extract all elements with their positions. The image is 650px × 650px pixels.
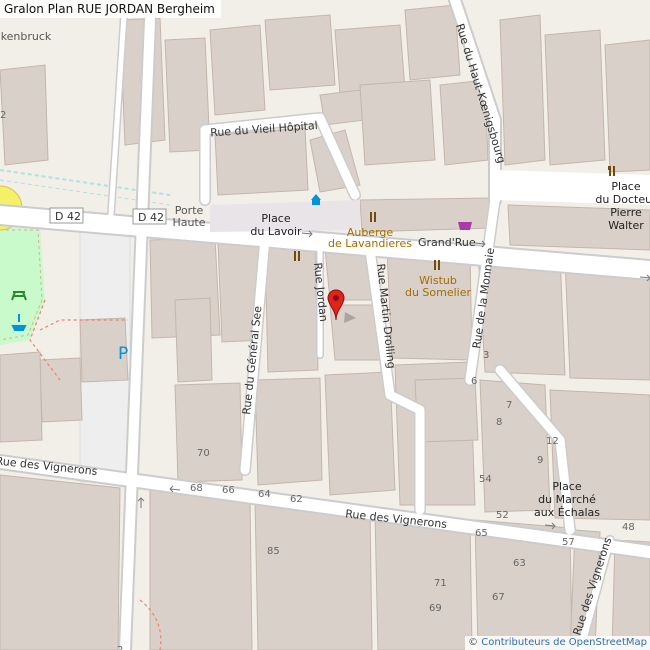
house-number: 85	[267, 546, 280, 557]
map-canvas[interactable]: Rue du Vieil Hôpital Rue du Haut-Kœnigsb…	[0, 0, 650, 650]
parking-icon: P	[118, 344, 128, 364]
house-number: 70	[197, 448, 210, 459]
place-label-porte-haute: Porte Haute	[172, 204, 205, 229]
house-number: 2	[0, 110, 6, 121]
house-number: 2	[117, 645, 123, 650]
street-label-grand-rue: Grand'Rue	[418, 236, 476, 249]
road-shield-d42: D 42	[55, 210, 81, 223]
house-number: 65	[475, 528, 488, 539]
house-number: 57	[562, 537, 575, 548]
house-number: 63	[513, 558, 526, 569]
house-number: 66	[222, 485, 235, 496]
attribution: © Contributeurs de OpenStreetMap	[465, 636, 650, 650]
house-number: 69	[429, 603, 442, 614]
map-view[interactable]: Rue du Vieil Hôpital Rue du Haut-Kœnigsb…	[0, 0, 650, 650]
buildings	[0, 4, 650, 650]
osm-attribution-link[interactable]: Contributeurs de OpenStreetMap	[481, 637, 647, 648]
copyright-symbol: ©	[468, 637, 479, 648]
house-number: 12	[546, 436, 559, 447]
house-number: 71	[434, 578, 447, 589]
house-number: 64	[258, 489, 271, 500]
house-number: 3	[483, 350, 489, 361]
road-shield-d42-2: D 42	[138, 211, 164, 224]
place-label-kenbruck: kenbruck	[1, 30, 52, 43]
house-number: 8	[496, 417, 502, 428]
house-number: 54	[479, 474, 492, 485]
house-number: 67	[492, 592, 505, 603]
house-number: 48	[622, 522, 635, 533]
shop-icon	[458, 222, 472, 230]
house-number: 68	[190, 483, 203, 494]
house-number: 9	[537, 455, 543, 466]
house-number: 7	[506, 400, 512, 411]
map-title: Gralon Plan RUE JORDAN Bergheim	[0, 0, 221, 18]
house-number: 52	[496, 510, 509, 521]
house-number: 6	[471, 376, 477, 387]
museum-icon	[311, 194, 321, 205]
house-number: 62	[290, 494, 303, 505]
